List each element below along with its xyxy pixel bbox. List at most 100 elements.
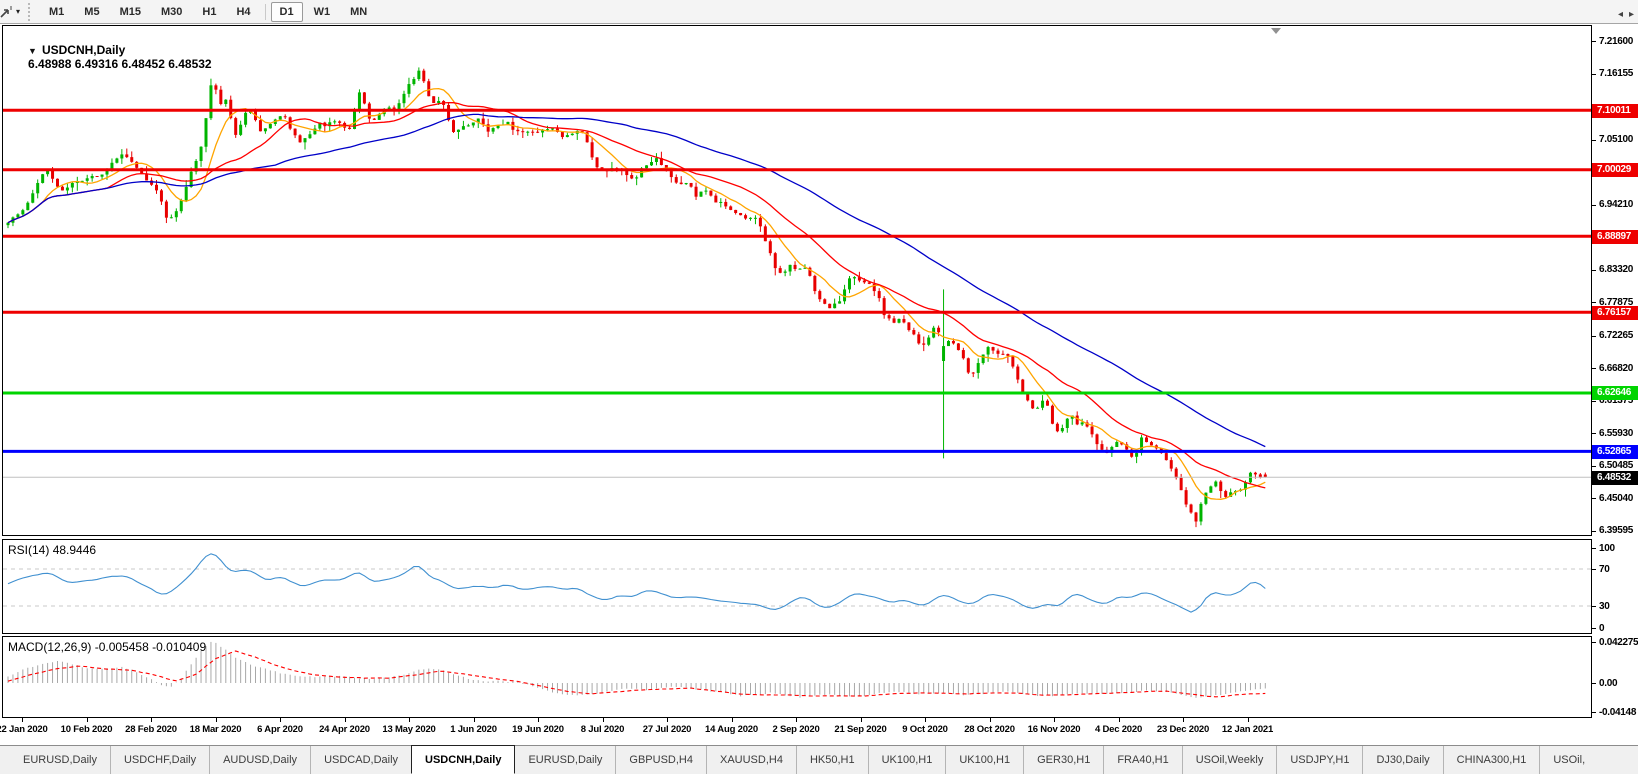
axis-tick [1592,74,1596,75]
symbol-tab[interactable]: EURUSD,Daily [515,746,615,774]
toolbar-dropdown-icon[interactable]: ▾ [16,7,24,16]
chart-cursor-icon[interactable] [0,2,16,22]
price-line-label: 6.88897 [1592,230,1638,244]
price-chart-pane[interactable]: ▼USDCNH,Daily 6.48988 6.49316 6.48452 6.… [2,25,1592,536]
axis-tick [1592,336,1596,337]
symbol-tab[interactable]: UK100,H1 [868,746,946,774]
price-chart-canvas[interactable] [3,26,1591,535]
symbol-tab[interactable]: USDCAD,Daily [310,746,411,774]
date-label: 16 Nov 2020 [1028,724,1081,735]
time-axis[interactable]: 22 Jan 202010 Feb 202028 Feb 202018 Mar … [0,718,1638,744]
scroll-position-icon [1271,28,1281,34]
date-label: 1 Jun 2020 [450,724,497,735]
timeframe-button-w1[interactable]: W1 [305,2,340,22]
date-tick [1119,718,1120,722]
date-tick [667,718,668,722]
symbol-tab[interactable]: AUDUSD,Daily [209,746,310,774]
timeframe-button-m30[interactable]: M30 [152,2,191,22]
date-tick [1054,718,1055,722]
date-tick [22,718,23,722]
timeframe-button-m5[interactable]: M5 [75,2,108,22]
rsi-axis-label: 100 [1599,542,1615,555]
axis-tick [1592,569,1596,570]
date-tick [87,718,88,722]
date-label: 2 Sep 2020 [772,724,819,735]
symbol-tab[interactable]: USDCHF,Daily [110,746,209,774]
axis-tick [1592,466,1596,467]
symbol-tab[interactable]: XAUUSD,H4 [706,746,796,774]
axis-tick [1592,368,1596,369]
timeframe-button-d1[interactable]: D1 [271,2,303,22]
axis-tick [1592,548,1596,549]
date-tick [538,718,539,722]
macd-canvas[interactable] [3,637,1591,717]
date-tick [925,718,926,722]
timeframe-button-m1[interactable]: M1 [40,2,73,22]
price-tick-label: 6.45040 [1599,492,1633,505]
price-tick-label: 6.55930 [1599,427,1633,440]
chart-tab-bar: EURUSD,DailyUSDCHF,DailyAUDUSD,DailyUSDC… [0,745,1638,774]
tab-scroll-arrows: ◂ ▸ [1618,0,1634,29]
date-tick [280,718,281,722]
date-tick [1248,718,1249,722]
symbol-tab[interactable]: USOil,Weekly [1182,746,1277,774]
date-label: 12 Jan 2021 [1222,724,1273,735]
price-line-label: 6.62646 [1592,386,1638,400]
price-line-label: 7.00029 [1592,163,1638,177]
axis-tick [1592,433,1596,434]
date-tick [216,718,217,722]
chart-symbol-period: USDCNH,Daily [42,43,125,57]
symbol-tab[interactable]: USDJPY,H1 [1276,746,1362,774]
symbol-tab[interactable]: UK100,H1 [945,746,1023,774]
rsi-axis-label: 70 [1599,563,1610,576]
date-label: 22 Jan 2020 [0,724,48,735]
bid-price-label: 6.48532 [1592,471,1638,485]
axis-tick [1592,642,1596,643]
axis-tick [1592,628,1596,629]
timeframe-button-mn[interactable]: MN [341,2,376,22]
date-label: 10 Feb 2020 [61,724,113,735]
axis-tick [1592,205,1596,206]
symbol-tab[interactable]: USDCNH,Daily [411,745,515,774]
macd-axis-label: -0.04148 [1599,706,1636,719]
symbol-tab[interactable]: FRA40,H1 [1103,746,1181,774]
symbol-tab[interactable]: DJ30,Daily [1362,746,1442,774]
macd-pane[interactable]: MACD(12,26,9) -0.005458 -0.010409 [2,636,1592,718]
tab-scroll-left-icon[interactable]: ◂ [1618,9,1623,20]
price-line-label: 7.10011 [1592,104,1638,118]
symbol-tab[interactable]: CHINA300,H1 [1443,746,1540,774]
rsi-legend: RSI(14) 48.9446 [8,543,96,557]
price-tick-label: 6.39595 [1599,524,1633,537]
price-tick-label: 6.72265 [1599,329,1633,342]
price-tick-label: 7.16155 [1599,67,1633,80]
price-axis[interactable]: 7.216007.161557.051006.942106.833206.778… [1592,25,1638,718]
timeframe-button-h1[interactable]: H1 [193,2,225,22]
timeframe-button-m15[interactable]: M15 [111,2,150,22]
ohlc-high: 6.49316 [75,57,118,71]
axis-tick [1592,712,1596,713]
symbol-tab[interactable]: USOil, [1539,746,1598,774]
symbol-tab[interactable]: GBPUSD,H4 [615,746,706,774]
price-tick-label: 7.21600 [1599,35,1633,48]
axis-tick [1592,606,1596,607]
collapse-arrow-icon[interactable]: ▼ [28,46,37,56]
symbol-tab[interactable]: EURUSD,Daily [10,746,110,774]
symbol-tab[interactable]: GER30,H1 [1023,746,1103,774]
timeframe-button-h4[interactable]: H4 [227,2,259,22]
axis-tick [1592,401,1596,402]
axis-tick [1592,531,1596,532]
date-label: 27 Jul 2020 [643,724,692,735]
rsi-pane[interactable]: RSI(14) 48.9446 [2,539,1592,634]
axis-tick [1592,41,1596,42]
toolbar-grip[interactable] [28,3,35,21]
symbol-tab[interactable]: HK50,H1 [796,746,868,774]
date-tick [151,718,152,722]
date-tick [345,718,346,722]
trading-terminal-window: ▾ M1M5M15M30H1H4 D1W1MN ▼ USDCNH,Daily 6.4… [0,0,1638,774]
tab-scroll-right-icon[interactable]: ▸ [1629,9,1634,20]
date-tick [732,718,733,722]
rsi-canvas[interactable] [3,540,1591,633]
price-tick-label: 6.83320 [1599,263,1633,276]
price-tick-label: 6.66820 [1599,362,1633,375]
date-label: 21 Sep 2020 [834,724,886,735]
